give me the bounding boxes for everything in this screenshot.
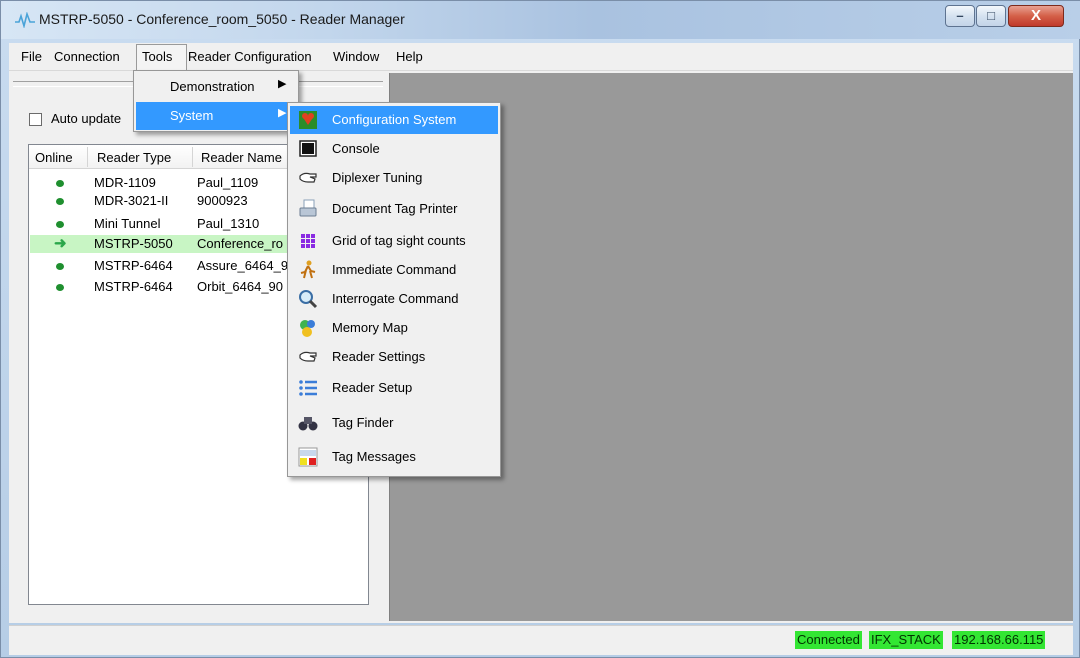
reader-name: Paul_1109: [197, 175, 259, 190]
menu-item-label: Tag Messages: [332, 449, 416, 464]
menu-item-tag-finder[interactable]: Tag Finder: [290, 409, 498, 437]
online-status-icon: [56, 263, 64, 270]
menu-item-label: Tag Finder: [332, 415, 394, 430]
app-logo-icon: [15, 12, 35, 28]
menu-item-configuration-system[interactable]: Configuration System: [290, 106, 498, 134]
menu-item-immediate-command[interactable]: Immediate Command: [290, 256, 498, 284]
menu-item-label: Grid of tag sight counts: [332, 233, 466, 248]
stack-status: IFX_STACK: [869, 631, 943, 649]
menu-item-label: Diplexer Tuning: [332, 170, 423, 185]
reader-type: MSTRP-6464: [94, 258, 173, 273]
reader-type: MDR-3021-II: [94, 193, 169, 208]
menu-item-label: System: [170, 108, 214, 123]
menu-help[interactable]: Help: [396, 49, 423, 64]
hand-pointer-icon: [299, 351, 317, 362]
hand-pointer-icon: [299, 172, 317, 183]
console-icon: [299, 140, 317, 157]
online-status-icon: [56, 284, 64, 291]
menu-item-memory-map[interactable]: Memory Map: [290, 314, 498, 342]
menu-window[interactable]: Window: [333, 49, 379, 64]
system-menu: Configuration System Console Diplexer Tu…: [287, 102, 501, 477]
title-bar[interactable]: MSTRP-5050 - Conference_room_5050 - Read…: [1, 1, 1080, 39]
tools-menu: Demonstration ▶ System ▶: [133, 70, 299, 132]
auto-update-label: Auto update: [51, 111, 122, 126]
menu-item-grid-of-tag-sight-counts[interactable]: Grid of tag sight counts: [290, 227, 498, 255]
active-arrow-icon: ➜: [54, 235, 67, 252]
column-reader-name[interactable]: Reader Name: [201, 150, 282, 165]
maximize-icon: □: [987, 8, 995, 23]
online-status-icon: [56, 180, 64, 187]
menu-bar: File Connection Tools Reader Configurati…: [9, 43, 1073, 71]
online-status-icon: [56, 221, 64, 228]
menu-item-label: Interrogate Command: [332, 291, 459, 306]
menu-item-label: Immediate Command: [332, 262, 457, 277]
submenu-arrow-icon: ▶: [278, 107, 287, 119]
printer-icon: [299, 199, 317, 217]
column-reader-type[interactable]: Reader Type: [97, 150, 171, 165]
column-separator[interactable]: [87, 147, 88, 167]
column-online[interactable]: Online: [35, 150, 73, 165]
list-icon: [299, 380, 317, 396]
menu-tools[interactable]: Tools: [142, 49, 172, 64]
reader-type: MSTRP-6464: [94, 279, 173, 294]
reader-type: Mini Tunnel: [94, 216, 161, 231]
reader-type: MSTRP-5050: [94, 236, 173, 251]
online-status-icon: [56, 198, 64, 205]
menu-item-reader-setup[interactable]: Reader Setup: [290, 374, 498, 402]
minimize-icon: –: [956, 8, 964, 23]
close-icon: X: [1030, 7, 1041, 24]
menu-item-label: Console: [332, 141, 380, 156]
reader-name: Orbit_6464_90: [197, 279, 284, 294]
menu-item-reader-settings[interactable]: Reader Settings: [290, 343, 498, 371]
configuration-icon: [299, 111, 317, 129]
grid-icon: [301, 234, 315, 248]
menu-item-interrogate-command[interactable]: Interrogate Command: [290, 285, 498, 313]
memory-map-icon: [300, 320, 315, 337]
close-button[interactable]: X: [1008, 5, 1064, 27]
connection-status: Connected: [795, 631, 862, 649]
menu-file[interactable]: File: [21, 49, 42, 64]
reader-name: Paul_1310: [197, 216, 260, 231]
menu-item-diplexer-tuning[interactable]: Diplexer Tuning: [290, 164, 498, 192]
menu-reader-configuration[interactable]: Reader Configuration: [188, 49, 312, 64]
menu-item-tag-messages[interactable]: Tag Messages: [290, 443, 498, 471]
menu-item-label: Reader Settings: [332, 349, 426, 364]
submenu-arrow-icon: ▶: [278, 78, 287, 90]
reader-type: MDR-1109: [94, 175, 156, 190]
menu-item-label: Demonstration: [170, 79, 255, 94]
maximize-button[interactable]: □: [976, 5, 1006, 27]
menu-item-label: Configuration System: [332, 112, 457, 127]
binoculars-icon: [298, 417, 318, 431]
reader-name: Conference_ro: [197, 236, 283, 251]
menu-item-label: Document Tag Printer: [332, 201, 458, 216]
window-title: MSTRP-5050 - Conference_room_5050 - Read…: [39, 11, 405, 27]
running-man-icon: [300, 260, 316, 279]
menu-item-console[interactable]: Console: [290, 135, 498, 163]
ip-address-status: 192.168.66.115: [952, 631, 1046, 649]
auto-update-checkbox[interactable]: [29, 113, 42, 126]
menu-item-label: Memory Map: [332, 320, 408, 335]
minimize-button[interactable]: –: [945, 5, 975, 27]
reader-name: 9000923: [197, 193, 248, 208]
magnifier-icon: [299, 290, 318, 309]
menu-connection[interactable]: Connection: [54, 49, 120, 64]
menu-item-demonstration[interactable]: Demonstration ▶: [136, 73, 296, 101]
tag-messages-icon: [298, 447, 318, 467]
menu-item-label: Reader Setup: [332, 380, 413, 395]
menu-item-document-tag-printer[interactable]: Document Tag Printer: [290, 195, 498, 223]
column-separator[interactable]: [192, 147, 193, 167]
reader-name: Assure_6464_9: [197, 258, 289, 273]
menu-item-system[interactable]: System ▶: [136, 102, 296, 130]
